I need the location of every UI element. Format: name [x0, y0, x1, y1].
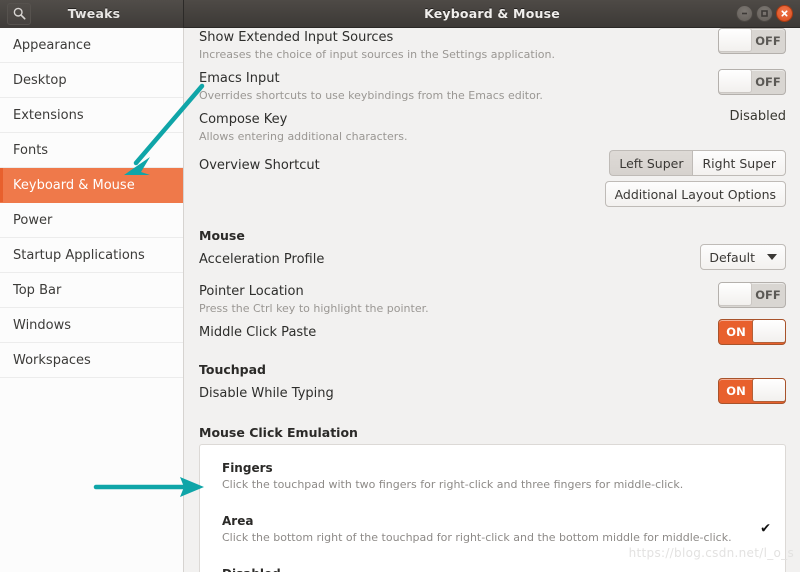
overview-shortcut-segmented-control: Left Super Right Super [609, 150, 786, 176]
row-title: Emacs Input [199, 69, 786, 88]
emulation-option-disabled[interactable]: Disabled Don't use mouse click emulation… [200, 561, 785, 572]
row-description: Allows entering additional characters. [199, 129, 786, 145]
row-middle-click-paste: Middle Click Paste ON [199, 321, 786, 351]
minimize-icon [740, 9, 749, 18]
sidebar-item-label: Workspaces [13, 353, 91, 368]
sidebar-item-windows[interactable]: Windows [0, 308, 183, 343]
sidebar-item-appearance[interactable]: Appearance [0, 28, 183, 63]
page-title: Keyboard & Mouse [184, 6, 800, 21]
title-bar: Tweaks Keyboard & Mouse [0, 0, 800, 28]
mouse-click-emulation-list: Fingers Click the touchpad with two fing… [199, 444, 786, 572]
sidebar-item-label: Windows [13, 318, 71, 333]
row-title: Pointer Location [199, 282, 786, 301]
maximize-icon [760, 9, 769, 18]
row-disable-while-typing: Disable While Typing ON [199, 382, 786, 412]
settings-panel: Show Extended Input Sources Increases th… [185, 28, 800, 572]
sidebar-item-power[interactable]: Power [0, 203, 183, 238]
toggle-knob [718, 282, 752, 306]
close-icon [780, 9, 789, 18]
row-description: Overrides shortcuts to use keybindings f… [199, 88, 786, 104]
row-description: Press the Ctrl key to highlight the poin… [199, 301, 786, 317]
toggle-knob [718, 28, 752, 52]
close-button[interactable] [776, 5, 793, 22]
acceleration-profile-dropdown[interactable]: Default [700, 244, 786, 270]
option-name: Disabled [222, 566, 751, 572]
toggle-knob [752, 378, 786, 402]
option-name: Fingers [222, 460, 751, 477]
row-title: Disable While Typing [199, 384, 786, 403]
sidebar-item-label: Power [13, 213, 52, 228]
emulation-option-area[interactable]: Area Click the bottom right of the touch… [200, 508, 785, 550]
section-heading-touchpad: Touchpad [199, 362, 786, 377]
acceleration-profile-value: Default [709, 250, 755, 265]
overview-shortcut-right-super-button[interactable]: Right Super [692, 150, 786, 176]
row-title: Show Extended Input Sources [199, 28, 786, 47]
row-overview-shortcut: Overview Shortcut Left Super Right Super… [199, 154, 786, 212]
section-heading-mouse-click-emulation: Mouse Click Emulation [199, 425, 786, 440]
sidebar-item-label: Desktop [13, 73, 67, 88]
middle-click-paste-toggle[interactable]: ON [718, 319, 786, 345]
section-heading-mouse: Mouse [199, 228, 786, 243]
check-icon: ✔ [760, 522, 771, 537]
row-compose-key: Compose Key Allows entering additional c… [199, 108, 786, 145]
maximize-button[interactable] [756, 5, 773, 22]
app-title: Tweaks [31, 6, 183, 21]
sidebar-item-top-bar[interactable]: Top Bar [0, 273, 183, 308]
sidebar-item-label: Top Bar [13, 283, 61, 298]
option-description: Click the touchpad with two fingers for … [222, 477, 751, 492]
title-bar-right-pane: Keyboard & Mouse [184, 0, 800, 28]
row-title: Middle Click Paste [199, 323, 786, 342]
row-emacs-input: Emacs Input Overrides shortcuts to use k… [199, 67, 786, 104]
toggle-state-label: OFF [751, 29, 785, 53]
sidebar-item-keyboard-and-mouse[interactable]: Keyboard & Mouse [0, 168, 183, 203]
row-description: Increases the choice of input sources in… [199, 47, 786, 63]
option-name: Area [222, 513, 751, 530]
sidebar-item-label: Startup Applications [13, 248, 145, 263]
title-bar-left-pane: Tweaks [0, 0, 184, 28]
minimize-button[interactable] [736, 5, 753, 22]
sidebar: Appearance Desktop Extensions Fonts Keyb… [0, 28, 184, 572]
toggle-state-label: ON [719, 320, 753, 344]
toggle-state-label: OFF [751, 70, 785, 94]
sidebar-item-label: Extensions [13, 108, 84, 123]
toggle-knob [718, 69, 752, 93]
emulation-option-fingers[interactable]: Fingers Click the touchpad with two fing… [200, 455, 785, 497]
search-button[interactable] [7, 3, 31, 25]
disable-while-typing-toggle[interactable]: ON [718, 378, 786, 404]
additional-layout-options-button[interactable]: Additional Layout Options [605, 181, 786, 207]
row-title: Acceleration Profile [199, 250, 786, 269]
show-extended-input-sources-toggle[interactable]: OFF [718, 28, 786, 54]
search-icon [13, 7, 26, 20]
row-pointer-location: Pointer Location Press the Ctrl key to h… [199, 280, 786, 317]
sidebar-item-label: Fonts [13, 143, 48, 158]
emacs-input-toggle[interactable]: OFF [718, 69, 786, 95]
sidebar-item-fonts[interactable]: Fonts [0, 133, 183, 168]
sidebar-item-workspaces[interactable]: Workspaces [0, 343, 183, 378]
chevron-down-icon [767, 254, 777, 260]
sidebar-item-label: Appearance [13, 38, 91, 53]
toggle-state-label: ON [719, 379, 753, 403]
overview-shortcut-left-super-button[interactable]: Left Super [609, 150, 692, 176]
toggle-state-label: OFF [751, 283, 785, 307]
tweaks-window: Tweaks Keyboard & Mouse [0, 0, 800, 572]
compose-key-value[interactable]: Disabled [730, 109, 786, 124]
toggle-knob [752, 319, 786, 343]
option-description: Click the bottom right of the touchpad f… [222, 530, 751, 545]
row-acceleration-profile: Acceleration Profile Default [199, 248, 786, 278]
window-controls [736, 5, 793, 22]
row-show-extended-input-sources: Show Extended Input Sources Increases th… [199, 28, 786, 63]
sidebar-item-extensions[interactable]: Extensions [0, 98, 183, 133]
row-title: Compose Key [199, 110, 786, 129]
sidebar-item-desktop[interactable]: Desktop [0, 63, 183, 98]
sidebar-item-startup-applications[interactable]: Startup Applications [0, 238, 183, 273]
sidebar-item-label: Keyboard & Mouse [13, 178, 135, 193]
pointer-location-toggle[interactable]: OFF [718, 282, 786, 308]
